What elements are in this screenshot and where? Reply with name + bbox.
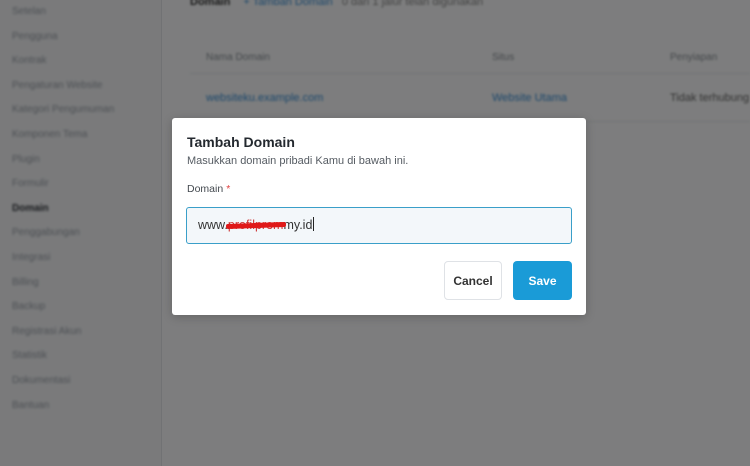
cancel-button[interactable]: Cancel bbox=[444, 261, 502, 300]
domain-field-label: Domain * bbox=[187, 183, 230, 195]
text-cursor bbox=[313, 217, 315, 231]
domain-label-text: Domain bbox=[187, 183, 224, 195]
redacted-text: profilprem bbox=[227, 218, 284, 232]
required-marker: * bbox=[226, 183, 231, 195]
save-button[interactable]: Save bbox=[513, 261, 572, 300]
dialog-description: Masukkan domain pribadi Kamu di bawah in… bbox=[187, 155, 409, 167]
add-domain-dialog: Tambah Domain Masukkan domain pribadi Ka… bbox=[172, 118, 586, 315]
domain-input[interactable]: www.profilpremmy.id bbox=[186, 207, 572, 244]
dialog-title: Tambah Domain bbox=[187, 134, 295, 150]
domain-input-suffix: my.id bbox=[283, 218, 313, 232]
domain-input-prefix: www. bbox=[198, 218, 228, 232]
